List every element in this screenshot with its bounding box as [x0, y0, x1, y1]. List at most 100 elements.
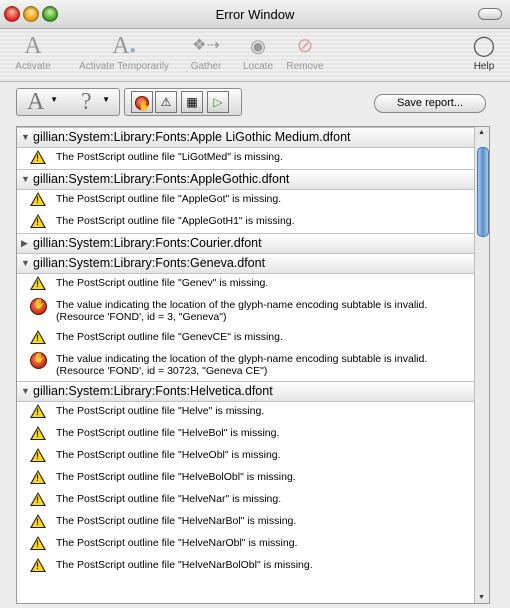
row-icon [30, 536, 46, 552]
warnings-filter-toggle[interactable]: ⚠ [155, 91, 177, 113]
row-icon [30, 492, 46, 508]
warning-icon [30, 492, 46, 506]
error-window: Error Window A Activate A● Activate Temp… [0, 0, 510, 608]
list-item[interactable]: The PostScript outline file "HelveNarObl… [17, 533, 489, 555]
list-item[interactable]: The PostScript outline file "HelveBol" i… [17, 423, 489, 445]
toolbar-toggle-button[interactable] [478, 8, 502, 20]
disclosure-expanded-icon[interactable]: ▼ [21, 382, 30, 401]
row-message: The PostScript outline file "GenevCE" is… [56, 331, 283, 343]
gather-button[interactable]: ❖⇢ Gather [184, 33, 228, 72]
help-button[interactable]: ◯ Help [464, 33, 504, 72]
disclosure-expanded-icon[interactable]: ▼ [21, 170, 30, 189]
group-header[interactable]: ▼ gillian:System:Library:Fonts:Apple LiGo… [17, 127, 489, 148]
warning-icon [30, 470, 46, 484]
save-report-button[interactable]: Save report... [374, 94, 486, 113]
stop-icon [30, 352, 47, 369]
scroll-thumb[interactable] [477, 147, 489, 237]
font-filter-popup[interactable]: A ▼ [21, 89, 61, 115]
group-name: gillian:System:Library:Fonts:Geneva.dfon… [33, 256, 266, 270]
list-item[interactable]: The PostScript outline file "Genev" is m… [17, 273, 489, 295]
warning-icon [30, 448, 46, 462]
list-item[interactable]: The PostScript outline file "HelveNar" i… [17, 489, 489, 511]
row-icon [30, 150, 46, 166]
list-item[interactable]: The value indicating the location of the… [17, 295, 489, 327]
warning-icon [30, 426, 46, 440]
window-title: Error Window [215, 7, 295, 22]
warning-icon [30, 150, 46, 164]
list-item[interactable]: The PostScript outline file "HelveBolObl… [17, 467, 489, 489]
vertical-scrollbar[interactable]: ▲ ▼ [474, 127, 489, 603]
locate-button[interactable]: ◉ Locate [236, 33, 280, 72]
row-message: The PostScript outline file "HelveNar" i… [56, 493, 282, 505]
warning-icon [30, 404, 46, 418]
stop-icon [30, 298, 47, 315]
question-filter-popup[interactable]: ? ▼ [73, 89, 113, 115]
play-filter-toggle[interactable]: ▷ [207, 91, 229, 113]
disclosure-collapsed-icon[interactable]: ▶ [21, 234, 28, 253]
list-item[interactable]: The PostScript outline file "AppleGotH1"… [17, 211, 489, 233]
stop-icon [135, 95, 150, 117]
list-item[interactable]: The PostScript outline file "LiGotMed" i… [17, 147, 489, 169]
list-item[interactable]: The value indicating the location of the… [17, 349, 489, 381]
activate-temporarily-label: Activate Temporarily [79, 61, 169, 72]
toolbar: A Activate A● Activate Temporarily ❖⇢ Ga… [0, 29, 510, 82]
list-item[interactable]: The PostScript outline file "AppleGot" i… [17, 189, 489, 211]
row-message: The PostScript outline file "Genev" is m… [56, 277, 269, 289]
row-icon [30, 514, 46, 530]
group-header[interactable]: ▼ gillian:System:Library:Fonts:Geneva.dfo… [17, 253, 489, 274]
help-label: Help [473, 61, 495, 72]
activate-temporarily-button[interactable]: A● Activate Temporarily [70, 33, 178, 72]
chevron-down-icon: ▼ [102, 95, 110, 104]
remove-button[interactable]: ⊘ Remove [282, 33, 328, 72]
list-item[interactable]: The PostScript outline file "Helve" is m… [17, 401, 489, 423]
errors-filter-toggle[interactable] [131, 91, 153, 117]
warning-icon [30, 514, 46, 528]
row-icon [30, 276, 46, 292]
list-item[interactable]: The PostScript outline file "HelveObl" i… [17, 445, 489, 467]
row-icon [30, 214, 46, 230]
row-icon [30, 192, 46, 208]
warning-icon [30, 192, 46, 206]
gather-icon: ❖⇢ [192, 37, 220, 54]
play-icon: ▷ [213, 95, 223, 109]
row-message: The PostScript outline file "HelveObl" i… [56, 449, 281, 461]
error-list[interactable]: ▼ gillian:System:Library:Fonts:Apple LiGo… [16, 126, 490, 604]
document-icon: ▦ [186, 95, 198, 109]
severity-filter-group: ⚠ ▦ ▷ [124, 88, 242, 117]
font-a-clock-icon: A● [112, 33, 136, 59]
disclosure-expanded-icon[interactable]: ▼ [21, 254, 30, 273]
list-item[interactable]: The PostScript outline file "HelveNarBol… [17, 511, 489, 533]
row-message: The PostScript outline file "HelveBol" i… [56, 427, 280, 439]
group-name: gillian:System:Library:Fonts:Courier.dfo… [33, 236, 262, 250]
remove-label: Remove [286, 61, 324, 72]
activate-button[interactable]: A Activate [10, 33, 56, 72]
font-filter-group: A ▼ ? ▼ [16, 88, 120, 116]
warning-icon [30, 558, 46, 572]
title-bar[interactable]: Error Window [0, 0, 510, 29]
row-icon [30, 330, 46, 346]
scroll-down-arrow-icon[interactable]: ▼ [478, 594, 485, 601]
row-message: The PostScript outline file "Helve" is m… [56, 405, 265, 417]
eye-icon: ◉ [250, 36, 266, 56]
info-filter-toggle[interactable]: ▦ [181, 91, 203, 113]
group-header[interactable]: ▼ gillian:System:Library:Fonts:AppleGothi… [17, 169, 489, 190]
list-item[interactable]: The PostScript outline file "GenevCE" is… [17, 327, 489, 349]
help-icon: ◯ [472, 35, 496, 57]
row-message: The PostScript outline file "HelveBolObl… [56, 471, 296, 483]
disclosure-expanded-icon[interactable]: ▼ [21, 128, 30, 147]
row-message: The PostScript outline file "HelveNarBol… [56, 515, 297, 527]
group-name: gillian:System:Library:Fonts:AppleGothic… [33, 172, 290, 186]
group-header[interactable]: ▶ gillian:System:Library:Fonts:Courier.df… [17, 233, 489, 254]
warning-icon [30, 214, 46, 228]
activate-label: Activate [15, 61, 51, 72]
row-message: The PostScript outline file "AppleGotH1"… [56, 215, 295, 227]
row-icon [30, 448, 46, 464]
list-item[interactable]: The PostScript outline file "HelveNarBol… [17, 555, 489, 577]
row-icon [30, 470, 46, 486]
scroll-up-arrow-icon[interactable]: ▲ [478, 129, 485, 136]
row-message: The value indicating the location of the… [56, 353, 428, 377]
row-icon [30, 404, 46, 420]
chevron-down-icon: ▼ [50, 95, 58, 104]
group-header[interactable]: ▼ gillian:System:Library:Fonts:Helvetica.… [17, 381, 489, 402]
filter-bar: A▼ ?▼ ⚠ ▦ ▷ Save report... [0, 82, 510, 122]
